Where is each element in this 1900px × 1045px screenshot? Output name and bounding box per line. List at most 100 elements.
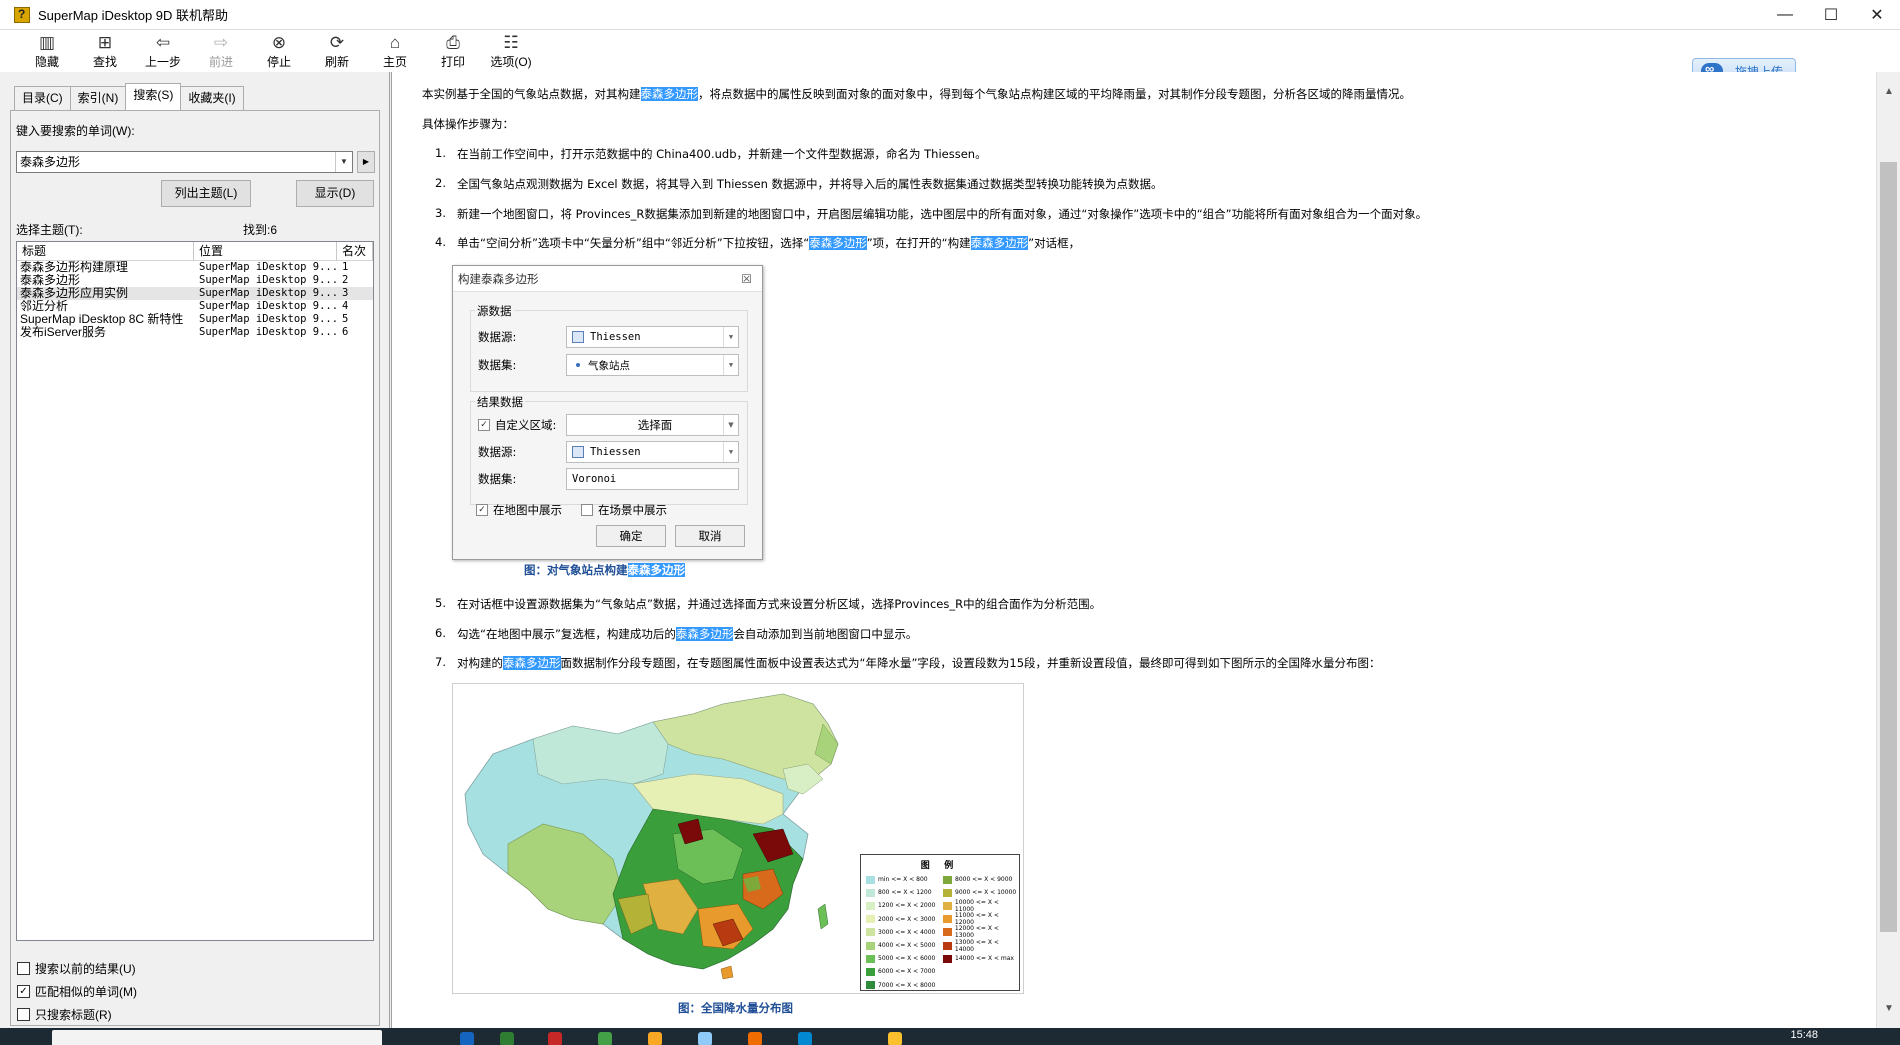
scroll-up-icon[interactable]: ▲: [1884, 86, 1894, 97]
tab-favorites[interactable]: 收藏夹(I): [180, 86, 244, 110]
legend-item: 5000 <= X < 6000: [866, 952, 935, 965]
legend-item: 8000 <= X < 9000: [943, 873, 1019, 886]
chevron-down-icon: ▼: [723, 415, 738, 435]
home-button[interactable]: ⌂ 主页: [366, 30, 424, 72]
folder-icon[interactable]: [648, 1032, 662, 1045]
results-list: 标题 位置 名次 泰森多边形构建原理 SuperMap iDesktop 9...…: [16, 241, 374, 941]
content-scrollbar[interactable]: ▲ ▼: [1876, 72, 1900, 1028]
ok-button[interactable]: 确定: [596, 525, 666, 547]
app-icon[interactable]: [548, 1032, 562, 1045]
supermap-icon[interactable]: [748, 1032, 762, 1045]
legend-item: 14000 <= X < max: [943, 952, 1019, 965]
legend-item: min <= X < 800: [866, 873, 935, 886]
show-in-map-option[interactable]: ✓ 在地图中展示: [476, 502, 562, 518]
scroll-thumb[interactable]: [1880, 162, 1897, 932]
table-row[interactable]: 泰森多边形构建原理 SuperMap iDesktop 9... 1: [17, 261, 373, 274]
intro-paragraph: 本实例基于全国的气象站点数据，对其构建泰森多边形，将点数据中的属性反映到面对象的…: [422, 87, 1411, 101]
chevron-down-icon[interactable]: ▼: [335, 152, 352, 172]
custom-region-row: ✓ 自定义区域: 选择面 ▼: [478, 414, 739, 436]
stop-button[interactable]: ⊗ 停止: [250, 30, 308, 72]
result-dataset-field[interactable]: Voronoi: [566, 468, 739, 490]
steps-heading: 具体操作步骤为：: [422, 117, 514, 131]
legend-item: 2000 <= X < 3000: [866, 913, 935, 926]
legend-item: 9000 <= X < 10000: [943, 886, 1019, 899]
cancel-button[interactable]: 取消: [675, 525, 745, 547]
print-button[interactable]: ⎙ 打印: [424, 30, 482, 72]
keyword-label: 键入要搜索的单词(W):: [16, 124, 135, 138]
table-row[interactable]: 泰森多边形 SuperMap iDesktop 9... 2: [17, 274, 373, 287]
edge-icon[interactable]: [460, 1032, 474, 1045]
options-button[interactable]: ☷ 选项(O): [482, 30, 540, 72]
find-button[interactable]: ⊞ 查找: [76, 30, 134, 72]
table-row-selected[interactable]: 泰森多边形应用实例 SuperMap iDesktop 9... 3: [17, 287, 373, 300]
stop-icon: ⊗: [271, 33, 287, 52]
help-app-icon[interactable]: [888, 1032, 902, 1045]
thiessen-dialog-image: 构建泰森多边形 ☒ 源数据 数据源: Thiessen ▼ 数据集: 气象站点 ▼ 结…: [452, 265, 763, 560]
point-dataset-icon: [576, 363, 580, 367]
table-row[interactable]: 发布iServer服务 SuperMap iDesktop 9... 6: [17, 326, 373, 339]
search-titles-only-checkbox[interactable]: 只搜索标题(R): [17, 1006, 112, 1023]
legend-item: 12000 <= X < 13000: [943, 925, 1019, 939]
figure-caption-dialog: 图：对气象站点构建泰森多边形: [524, 563, 685, 577]
title-bar: SuperMap iDesktop 9D 联机帮助 — ☐ ✕: [0, 0, 1900, 30]
legend-item: 13000 <= X < 14000: [943, 939, 1019, 953]
toolbar: ▥ 隐藏 ⊞ 查找 ⇦ 上一步 ⇨ 前进 ⊗ 停止 ⟳ 刷新 ⌂ 主页 ⎙ 打印 ☷ 选项(O) …: [0, 30, 1900, 84]
refresh-button[interactable]: ⟳ 刷新: [308, 30, 366, 72]
tab-search[interactable]: 搜索(S): [125, 83, 182, 110]
taskbar-clock[interactable]: 15:48: [1790, 1029, 1818, 1041]
options-icon: ☷: [503, 33, 519, 52]
back-arrow-icon: ⇦: [155, 33, 171, 52]
chat-icon[interactable]: [598, 1032, 612, 1045]
forward-button[interactable]: ⇨ 前进: [192, 30, 250, 72]
nav-tabs: 目录(C) 索引(N) 搜索(S) 收藏夹(I): [14, 83, 244, 110]
legend-item: 1200 <= X < 2000: [866, 899, 935, 912]
close-icon: ☒: [741, 272, 752, 286]
display-button[interactable]: 显示(D): [296, 180, 374, 207]
column-location[interactable]: 位置: [194, 242, 337, 261]
dialog-title-bar: 构建泰森多边形 ☒: [453, 266, 762, 292]
minimize-button[interactable]: —: [1762, 0, 1808, 30]
back-button[interactable]: ⇦ 上一步: [134, 30, 192, 72]
scroll-down-icon[interactable]: ▼: [1884, 1003, 1894, 1014]
maximize-button[interactable]: ☐: [1808, 0, 1854, 30]
browser-icon[interactable]: [500, 1032, 514, 1045]
hide-icon: ▥: [38, 33, 56, 52]
source-datasource-field[interactable]: Thiessen ▼: [566, 326, 739, 348]
select-region-button[interactable]: 选择面 ▼: [566, 414, 739, 436]
match-similar-checkbox[interactable]: ✓ 匹配相似的单词(M): [17, 983, 137, 1000]
print-icon: ⎙: [446, 33, 460, 52]
step-1: 1. 在当前工作空间中，打开示范数据中的 China400.udb，并新建一个文件…: [435, 146, 987, 161]
column-title[interactable]: 标题: [17, 242, 194, 261]
legend-title: 图 例: [920, 860, 960, 870]
custom-region-checkbox[interactable]: ✓: [478, 419, 490, 431]
home-icon: ⌂: [389, 33, 401, 52]
table-row[interactable]: 邻近分析 SuperMap iDesktop 9... 4: [17, 300, 373, 313]
legend-column-1: min <= X < 800 800 <= X < 1200 1200 <= X…: [866, 873, 935, 992]
search-previous-checkbox[interactable]: 搜索以前的结果(U): [17, 960, 136, 977]
window-title: SuperMap iDesktop 9D 联机帮助: [38, 8, 229, 23]
legend-item: 11000 <= X < 12000: [943, 912, 1019, 926]
topic-content: 本实例基于全国的气象站点数据，对其构建泰森多边形，将点数据中的属性反映到面对象的…: [391, 72, 1876, 1028]
taskbar-search-box[interactable]: [52, 1030, 382, 1045]
result-datasource-field[interactable]: Thiessen ▼: [566, 441, 739, 463]
step-6: 6. 勾选“在地图中展示”复选框，构建成功后的泰森多边形会自动添加到当前地图窗口中…: [435, 626, 918, 641]
found-count: 找到:6: [243, 223, 278, 237]
legend-item: 6000 <= X < 7000: [866, 965, 935, 978]
hide-button[interactable]: ▥ 隐藏: [18, 30, 76, 72]
show-in-scene-option[interactable]: 在场景中展示: [581, 502, 667, 518]
app-icon[interactable]: [798, 1032, 812, 1045]
table-row[interactable]: SuperMap iDesktop 8C 新特性 SuperMap iDeskto…: [17, 313, 373, 326]
source-dataset-field[interactable]: 气象站点 ▼: [566, 354, 739, 376]
mail-icon[interactable]: [698, 1032, 712, 1045]
close-button[interactable]: ✕: [1854, 0, 1900, 30]
tab-index[interactable]: 索引(N): [69, 86, 127, 110]
list-topics-button[interactable]: 列出主题(L): [161, 180, 251, 207]
column-rank[interactable]: 名次: [337, 242, 373, 261]
find-icon: ⊞: [97, 33, 113, 52]
tab-contents[interactable]: 目录(C): [14, 86, 71, 110]
refresh-icon: ⟳: [329, 33, 345, 52]
search-panel: 键入要搜索的单词(W): 泰森多边形 ▼ ▶ 列出主题(L) 显示(D) 选择主…: [10, 110, 380, 1026]
chevron-down-icon: ▼: [723, 327, 738, 347]
special-char-button[interactable]: ▶: [357, 151, 375, 173]
keyword-input[interactable]: 泰森多边形 ▼: [16, 151, 353, 173]
